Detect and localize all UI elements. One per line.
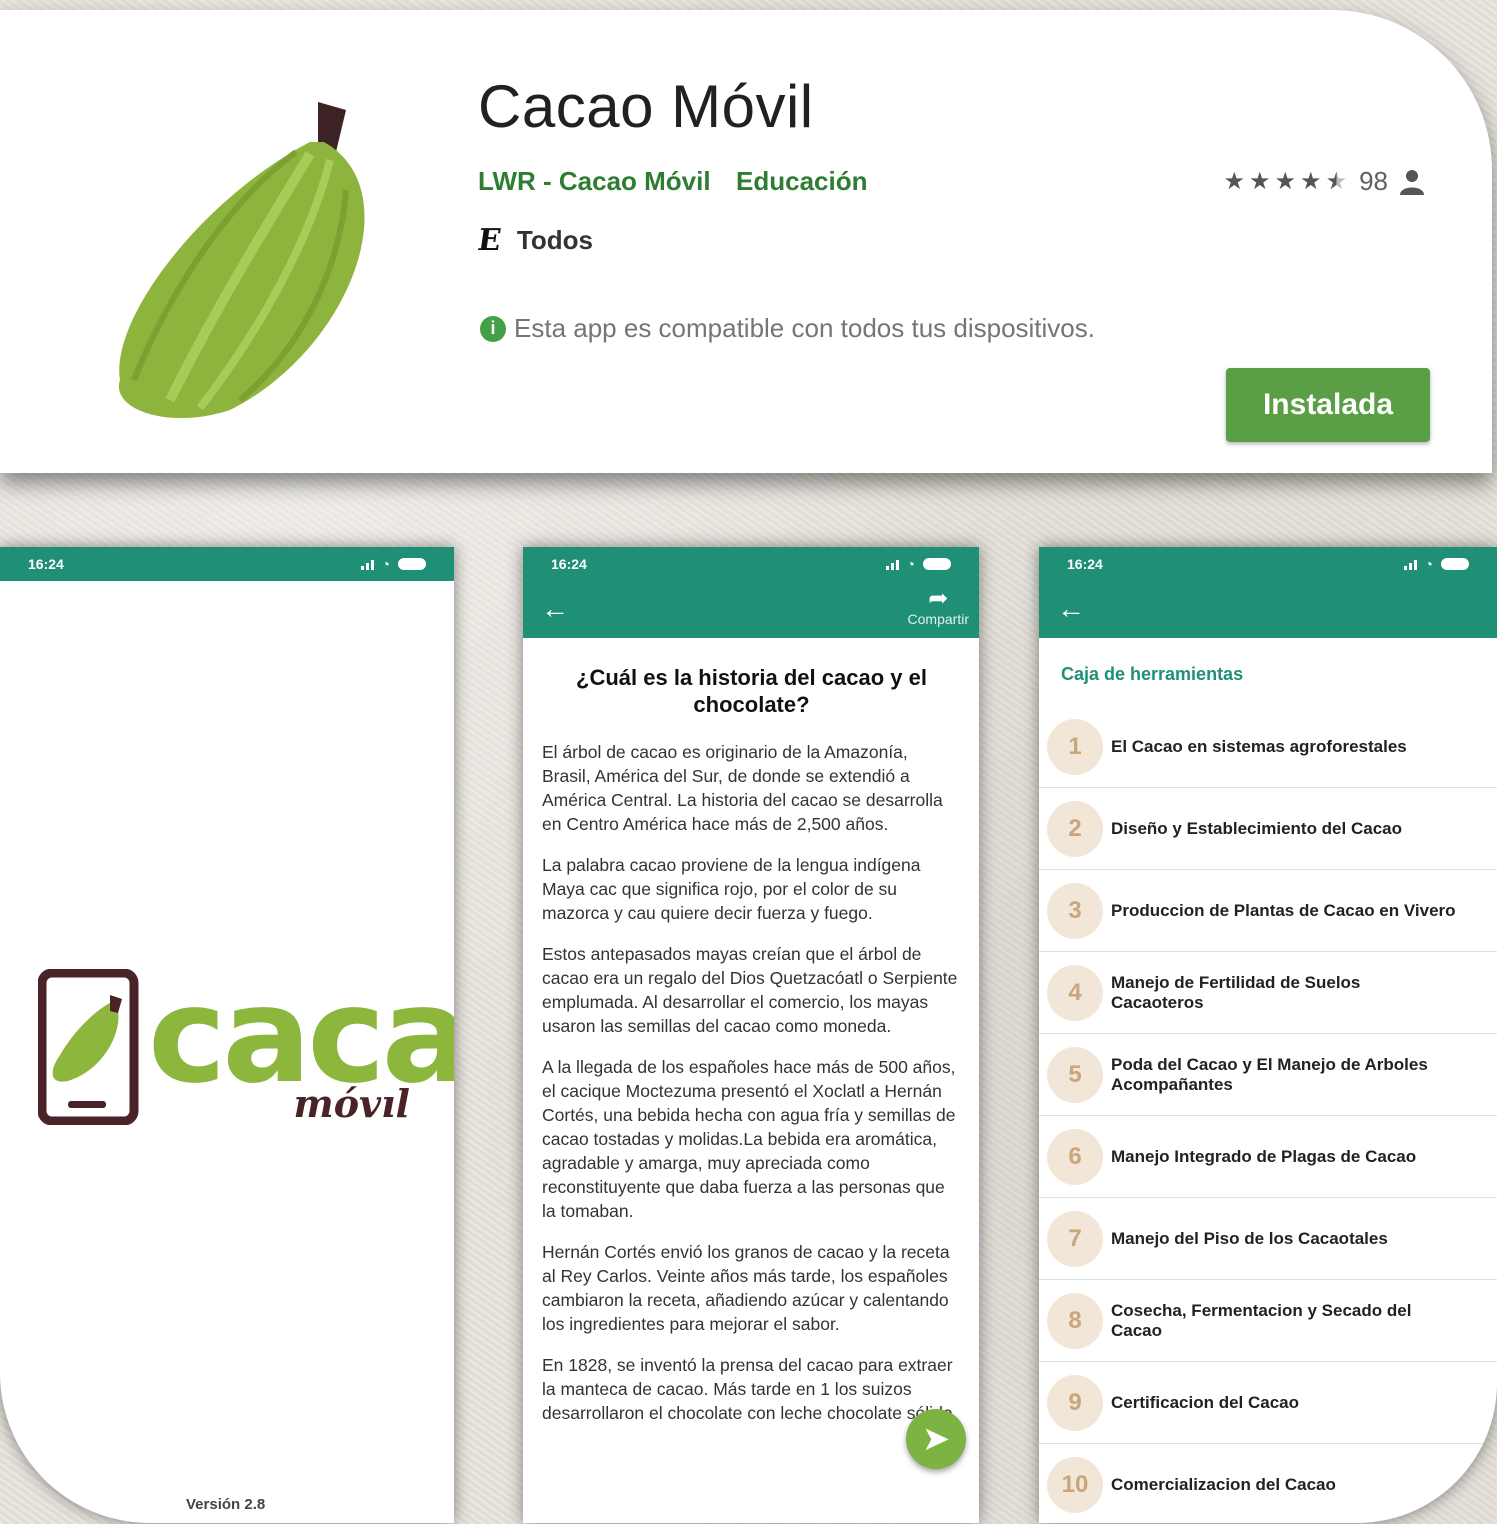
- toolbox-item[interactable]: 1 El Cacao en sistemas agroforestales: [1039, 706, 1497, 788]
- share-icon: ➦: [928, 585, 949, 612]
- next-button[interactable]: ➤: [906, 1409, 966, 1469]
- article-paragraph: Hernán Cortés envió los granos de cacao …: [542, 1242, 950, 1334]
- item-label: Comercializacion del Cacao: [1111, 1474, 1336, 1494]
- wifi-icon: ◔: [381, 556, 390, 572]
- toolbox-list: 1 El Cacao en sistemas agroforestales 2 Di…: [1039, 706, 1497, 1523]
- status-bar: 16:24 ◔: [0, 547, 454, 581]
- app-bar: ← ➦ Compartir: [523, 581, 979, 638]
- share-button[interactable]: ➦ Compartir: [908, 587, 969, 629]
- article-paragraph: La palabra cacao proviene de la lengua i…: [542, 855, 921, 923]
- article-title: ¿Cuál es la historia del cacao y el choc…: [576, 665, 927, 717]
- rating-count: 98: [1359, 166, 1388, 196]
- status-time: 16:24: [28, 556, 64, 572]
- item-label: El Cacao en sistemas agroforestales: [1111, 736, 1407, 756]
- content-rating: E Todos: [475, 223, 593, 258]
- item-label: Poda del Cacao y El Manejo de Arboles Ac…: [1111, 1054, 1428, 1094]
- star-icon: ★: [1223, 167, 1246, 195]
- toolbox-screen: 16:24 ◔ ← Caja de herramientas 1 El Cacao…: [1039, 547, 1497, 1523]
- toolbox-item[interactable]: 7 Manejo del Piso de los Cacaotales: [1039, 1198, 1497, 1280]
- article-paragraph: Estos antepasados mayas creían que el ár…: [542, 944, 958, 1036]
- status-time: 16:24: [551, 556, 587, 572]
- signal-icon: [885, 558, 899, 570]
- star-icon: ★: [1249, 167, 1271, 195]
- item-number: 6: [1047, 1128, 1103, 1185]
- item-number: 9: [1047, 1374, 1103, 1431]
- item-label: Certificacion del Cacao: [1111, 1392, 1300, 1412]
- item-label: Manejo Integrado de Plagas de Cacao: [1111, 1146, 1417, 1166]
- article-paragraph: En 1828, se inventó la prensa del cacao …: [542, 1355, 958, 1423]
- version-label: Versión 2.8: [186, 1496, 266, 1513]
- item-label: Diseño y Establecimiento del Cacao: [1111, 818, 1402, 838]
- star-icon: ★: [1300, 167, 1322, 195]
- cacao-movil-logo: cacao móvıl: [38, 959, 454, 1129]
- battery-icon: [923, 558, 951, 570]
- article-body: ¿Cuál es la historia del cacao y el choc…: [523, 638, 979, 1425]
- toolbox-item[interactable]: 8 Cosecha, Fermentacion y Secado del Caca…: [1039, 1280, 1497, 1362]
- category-link[interactable]: Educación: [736, 166, 867, 197]
- logo-subtitle: móvıl: [293, 1081, 410, 1126]
- toolbox-title: Caja de herramientas: [1061, 664, 1244, 684]
- battery-icon: [398, 558, 426, 570]
- app-bar: ←: [1039, 581, 1497, 638]
- item-number: 2: [1047, 800, 1103, 857]
- toolbox-item[interactable]: 9 Certificacion del Cacao: [1039, 1362, 1497, 1444]
- share-label: Compartir: [907, 611, 969, 627]
- wifi-icon: ◔: [906, 556, 915, 572]
- toolbox-item[interactable]: 3 Produccion de Plantas de Cacao en Viver…: [1039, 870, 1497, 952]
- item-label: Manejo del Piso de los Cacaotales: [1111, 1228, 1388, 1248]
- cacao-pod-icon: [118, 102, 365, 419]
- back-arrow-icon[interactable]: ←: [1057, 593, 1085, 625]
- item-number: 5: [1047, 1046, 1103, 1103]
- toolbox-item[interactable]: 5 Poda del Cacao y El Manejo de Arboles A…: [1039, 1034, 1497, 1116]
- wifi-icon: ◔: [1424, 556, 1433, 572]
- item-label: Produccion de Plantas de Cacao en Vivero: [1111, 900, 1456, 920]
- person-icon: [1400, 169, 1424, 195]
- toolbox-item[interactable]: 6 Manejo Integrado de Plagas de Cacao: [1039, 1116, 1497, 1198]
- half-star-icon: ★: [1325, 167, 1348, 195]
- status-time: 16:24: [1067, 556, 1103, 572]
- article-paragraph: A la llegada de los españoles hace más d…: [542, 1057, 956, 1221]
- toolbox-item[interactable]: 4 Manejo de Fertilidad de Suelos Cacaoter…: [1039, 952, 1497, 1034]
- signal-icon: [360, 558, 374, 570]
- item-label: Manejo de Fertilidad de Suelos Cacaotero…: [1111, 972, 1361, 1012]
- status-bar: 16:24 ◔: [1039, 547, 1497, 581]
- content-rating-label: Todos: [516, 225, 593, 255]
- installed-button[interactable]: Instalada: [1226, 368, 1430, 442]
- chevron-right-icon: ➤: [921, 1420, 951, 1458]
- app-title: Cacao Móvil: [478, 73, 814, 140]
- info-icon: i: [480, 315, 506, 342]
- developer-link[interactable]: LWR - Cacao Móvil: [478, 166, 711, 197]
- item-number: 4: [1047, 964, 1103, 1021]
- back-arrow-icon[interactable]: ←: [541, 593, 569, 625]
- item-number: 3: [1047, 882, 1103, 939]
- status-bar: 16:24 ◔: [523, 547, 979, 581]
- item-number: 10: [1047, 1456, 1103, 1513]
- article-paragraph: El árbol de cacao es originario de la Am…: [542, 742, 943, 834]
- battery-icon: [1441, 558, 1469, 570]
- item-number: 7: [1047, 1210, 1103, 1267]
- rating: ★ ★ ★ ★ ★ 98: [1223, 166, 1424, 197]
- store-listing-card: Cacao Móvil LWR - Cacao Móvil Educación …: [0, 10, 1492, 473]
- item-number: 8: [1047, 1292, 1103, 1349]
- compatibility-text: Esta app es compatible con todos tus dis…: [514, 313, 1095, 343]
- item-number: 1: [1047, 718, 1103, 775]
- splash-screen: 16:24 ◔ cacao móvıl Versión 2.8: [0, 547, 454, 1523]
- article-screen: 16:24 ◔ ← ➦ Compartir ¿Cuál es la histor…: [523, 547, 979, 1523]
- phone-logo-icon: [38, 969, 139, 1125]
- star-icon: ★: [1274, 167, 1297, 195]
- toolbox-item[interactable]: 10 Comercializacion del Cacao: [1039, 1444, 1497, 1523]
- item-label: Cosecha, Fermentacion y Secado del Cacao: [1111, 1300, 1412, 1340]
- signal-icon: [1403, 558, 1417, 570]
- compatibility-note: i Esta app es compatible con todos tus d…: [480, 313, 1095, 344]
- toolbox-item[interactable]: 2 Diseño y Establecimiento del Cacao: [1039, 788, 1497, 870]
- esrb-everyone-icon: E: [475, 223, 504, 258]
